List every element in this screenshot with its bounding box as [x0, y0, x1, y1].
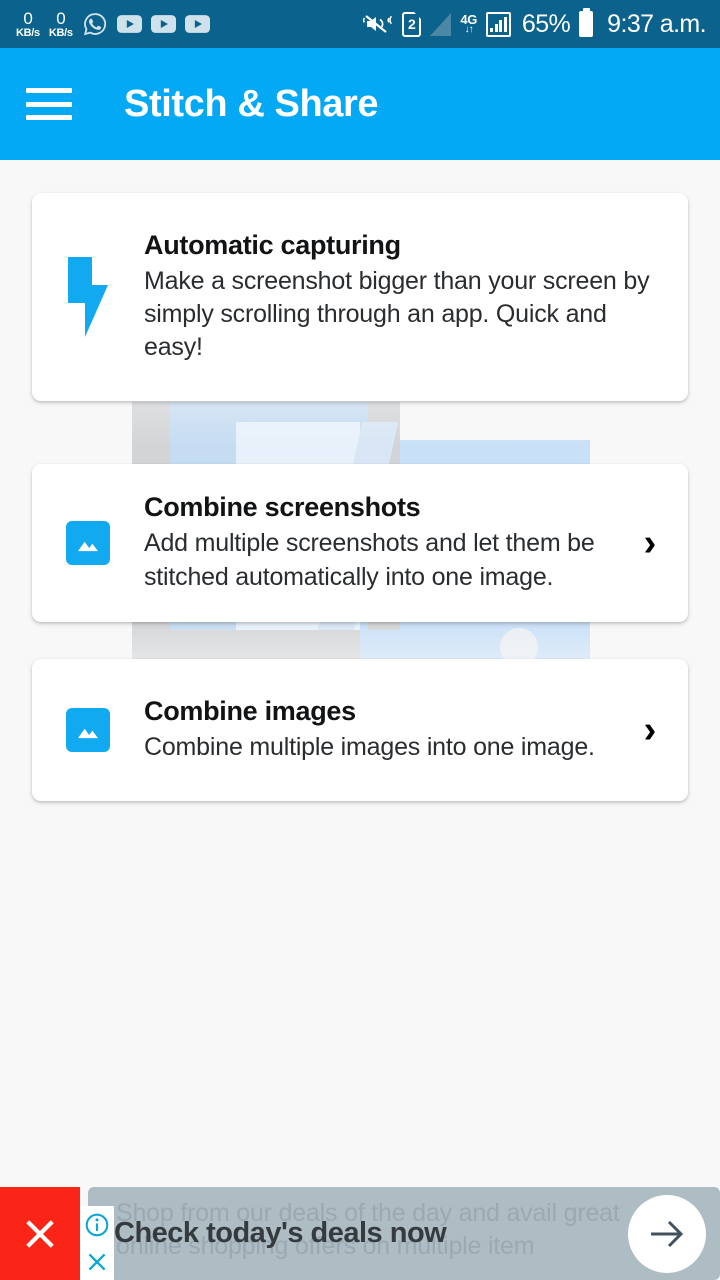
network-type-indicator: 4G ↓↑ [460, 13, 477, 35]
data-transfer-arrows: ↓↑ [464, 24, 474, 35]
mute-vibrate-icon [363, 11, 393, 37]
youtube-icon [116, 15, 142, 33]
chevron-right-icon[interactable]: › [630, 524, 670, 562]
battery-icon [579, 8, 594, 37]
app-bar: Stitch & Share [0, 48, 720, 160]
battery-percentage: 65% [521, 9, 571, 38]
card-text-body: Combine screenshots Add multiple screens… [144, 492, 630, 594]
close-x-icon [26, 1219, 54, 1248]
lightning-bolt-icon [68, 257, 108, 337]
ad-surface[interactable]: Shop from our deals of the day and avail… [88, 1187, 720, 1280]
chevron-right-icon[interactable]: › [630, 711, 670, 749]
card-text-body: Combine images Combine multiple images i… [144, 696, 630, 764]
card-title: Combine images [144, 695, 356, 726]
network-speed-value-2: 0 [56, 8, 66, 28]
youtube-icon [184, 15, 210, 33]
ad-badge-strip [80, 1206, 114, 1280]
hamburger-line [26, 101, 72, 107]
sim-card-indicator: 2 [402, 11, 422, 37]
info-circle-icon[interactable] [84, 1212, 110, 1238]
hamburger-menu-icon[interactable] [26, 88, 72, 120]
card-combine-images[interactable]: Combine images Combine multiple images i… [32, 659, 688, 801]
hamburger-line [26, 88, 72, 93]
ad-banner: Shop from our deals of the day and avail… [0, 1187, 720, 1280]
card-title: Automatic capturing [144, 229, 401, 260]
arrow-right-icon [651, 1220, 684, 1248]
network-speed-value-1: 0 [23, 8, 33, 28]
youtube-icon [150, 15, 176, 33]
image-icon [66, 521, 110, 565]
card-icon-wrapper [32, 521, 144, 565]
network-speed-indicator-1: 0 KB/s [16, 10, 40, 39]
card-combine-screenshots[interactable]: Combine screenshots Add multiple screens… [32, 464, 688, 622]
hamburger-line [26, 115, 72, 120]
status-bar-left: 0 KB/s 0 KB/s [16, 10, 363, 39]
card-icon-wrapper [32, 255, 144, 339]
card-description: Add multiple screenshots and let them be… [144, 529, 595, 591]
card-description: Combine multiple images into one image. [144, 732, 595, 761]
ad-cta-button[interactable] [628, 1195, 706, 1273]
card-text-body: Automatic capturing Make a screenshot bi… [144, 230, 670, 365]
network-speed-unit-1: KB/s [16, 26, 40, 39]
whatsapp-icon [82, 11, 108, 37]
status-bar: 0 KB/s 0 KB/s 2 4G ↓↑ 65% 9:37 a.m. [0, 0, 720, 48]
page-title: Stitch & Share [124, 82, 379, 125]
signal-bars-icon [485, 11, 511, 37]
card-icon-wrapper [32, 708, 144, 752]
signal-strength-icon [430, 12, 452, 36]
network-speed-indicator-2: 0 KB/s [49, 10, 73, 39]
ad-headline: Check today's deals now [114, 1217, 447, 1249]
card-description: Make a screenshot bigger than your scree… [144, 266, 650, 362]
ad-close-button[interactable] [0, 1187, 80, 1280]
network-speed-unit-2: KB/s [48, 26, 73, 39]
status-bar-right: 2 4G ↓↑ 65% 9:37 a.m. [363, 8, 707, 39]
image-icon [66, 708, 110, 752]
clock: 9:37 a.m. [607, 9, 706, 38]
card-title: Combine screenshots [144, 492, 421, 523]
card-automatic-capturing[interactable]: Automatic capturing Make a screenshot bi… [32, 193, 688, 401]
close-x-icon[interactable] [84, 1249, 110, 1275]
